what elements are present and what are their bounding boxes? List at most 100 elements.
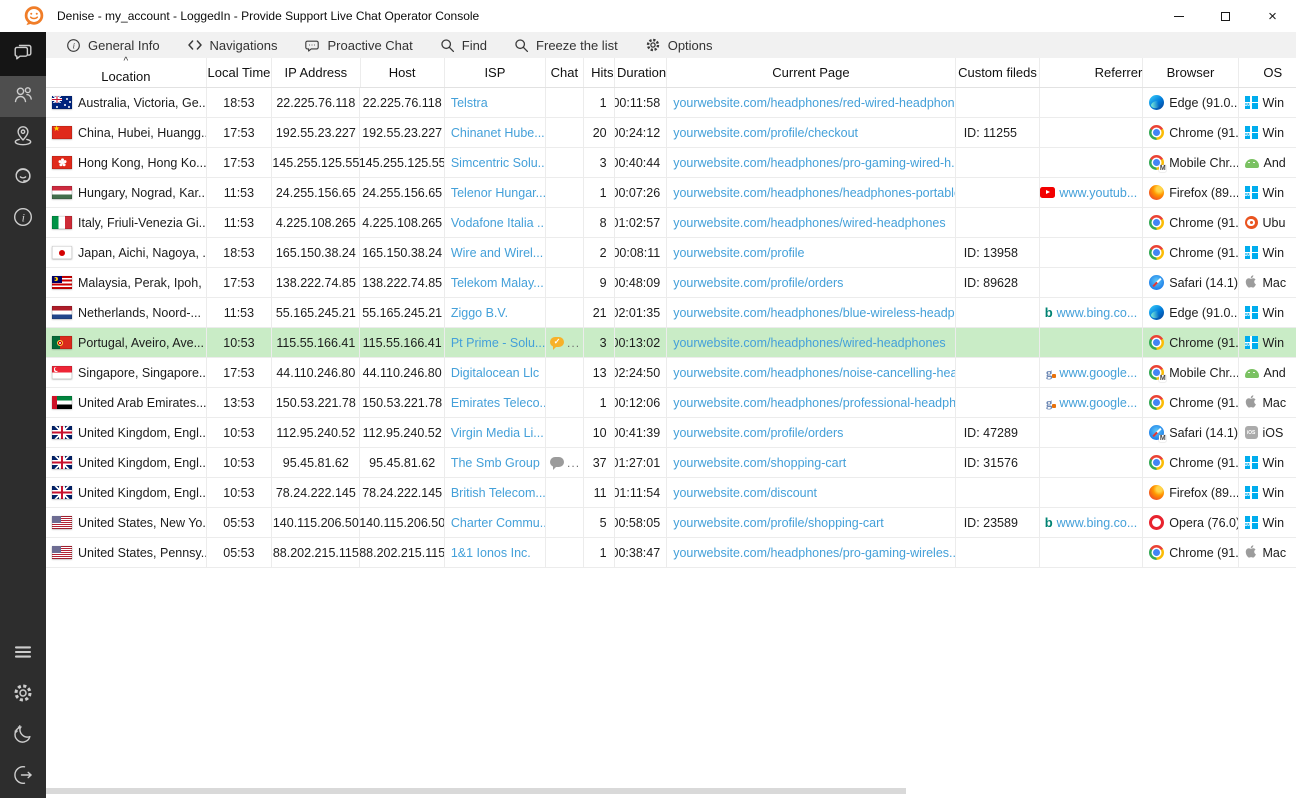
minimize-button[interactable] (1155, 0, 1202, 32)
visitor-row[interactable]: Australia, Victoria, Ge...18:5322.225.76… (46, 88, 1296, 118)
current-page-link[interactable]: yourwebsite.com/headphones/wired-headpho… (673, 216, 945, 230)
sidebar-item-settings[interactable] (0, 675, 46, 716)
visitor-row[interactable]: Malaysia, Perak, Ipoh, ...17:53138.222.7… (46, 268, 1296, 298)
close-button[interactable]: × (1249, 0, 1296, 32)
mobile-badge: M (1159, 375, 1166, 382)
os-label: And (1264, 156, 1286, 170)
cell-custom-fields (956, 538, 1040, 567)
column-header-location[interactable]: ^Location (46, 58, 207, 87)
visitor-row[interactable]: Japan, Aichi, Nagoya, ...18:53165.150.38… (46, 238, 1296, 268)
column-header-page[interactable]: Current Page (667, 58, 956, 87)
column-label: Referrer (1095, 65, 1143, 80)
browser-label: Mobile Chr... (1169, 366, 1238, 380)
visitor-row[interactable]: China, Hubei, Huangg...17:53192.55.23.22… (46, 118, 1296, 148)
current-page-link[interactable]: yourwebsite.com/headphones/pro-gaming-wi… (673, 546, 956, 560)
sidebar-item-operators[interactable] (0, 158, 46, 199)
visitor-row[interactable]: United Kingdom, Engl...10:5378.24.222.14… (46, 478, 1296, 508)
cell-location: Singapore, Singapore... (46, 358, 207, 387)
column-header-chat[interactable]: Chat (546, 58, 584, 87)
current-page-link[interactable]: yourwebsite.com/headphones/wired-headpho… (673, 336, 945, 350)
chrome-browser-icon (1149, 335, 1164, 350)
toolbar-proactive-chat[interactable]: Proactive Chat (304, 38, 412, 53)
sidebar-item-info[interactable]: i (0, 199, 46, 240)
isp-link[interactable]: Simcentric Solu... (451, 156, 546, 170)
sidebar-item-away-mode[interactable] (0, 716, 46, 757)
referrer-link[interactable]: www.google... (1059, 366, 1137, 380)
youtube-icon (1040, 187, 1055, 198)
column-header-browser[interactable]: Browser (1143, 58, 1238, 87)
isp-link[interactable]: Charter Commu... (451, 516, 546, 530)
visitor-row[interactable]: Hong Kong, Hong Ko...17:53145.255.125.55… (46, 148, 1296, 178)
isp-link[interactable]: Digitalocean Llc (451, 366, 539, 380)
sidebar-item-logout[interactable] (0, 757, 46, 798)
current-page-link[interactable]: yourwebsite.com/headphones/professional-… (673, 396, 956, 410)
isp-link[interactable]: 1&1 Ionos Inc. (451, 546, 531, 560)
visitor-row[interactable]: Singapore, Singapore...17:5344.110.246.8… (46, 358, 1296, 388)
isp-link[interactable]: The Smb Group (451, 456, 540, 470)
visitor-row[interactable]: United Kingdom, Engl...10:5395.45.81.629… (46, 448, 1296, 478)
scrollbar-thumb[interactable] (46, 788, 906, 794)
current-page-link[interactable]: yourwebsite.com/profile/orders (673, 426, 843, 440)
sidebar-item-visitors[interactable] (0, 76, 46, 117)
current-page-link[interactable]: yourwebsite.com/discount (673, 486, 817, 500)
current-page-link[interactable]: yourwebsite.com/shopping-cart (673, 456, 846, 470)
isp-link[interactable]: Wire and Wirel... (451, 246, 543, 260)
toolbar-freeze-the-list[interactable]: Freeze the list (514, 38, 618, 53)
column-header-os[interactable]: OS (1239, 58, 1296, 87)
current-page-link[interactable]: yourwebsite.com/profile/shopping-cart (673, 516, 884, 530)
visitor-row[interactable]: United States, Pennsy...05:5388.202.215.… (46, 538, 1296, 568)
isp-link[interactable]: Ziggo B.V. (451, 306, 508, 320)
current-page-link[interactable]: yourwebsite.com/headphones/pro-gaming-wi… (673, 156, 956, 170)
visitor-row[interactable]: United Arab Emirates...13:53150.53.221.7… (46, 388, 1296, 418)
horizontal-scrollbar[interactable] (46, 787, 1296, 795)
isp-link[interactable]: Virgin Media Li... (451, 426, 544, 440)
maximize-button[interactable] (1202, 0, 1249, 32)
toolbar-navigations[interactable]: Navigations (187, 38, 278, 53)
toolbar-general-info[interactable]: iGeneral Info (66, 38, 160, 53)
visitor-row[interactable]: Hungary, Nograd, Kar...11:5324.255.156.6… (46, 178, 1296, 208)
current-page-link[interactable]: yourwebsite.com/headphones/red-wired-hea… (673, 96, 956, 110)
ended-chat-icon[interactable] (550, 457, 564, 467)
column-header-custom[interactable]: Custom fileds (956, 58, 1040, 87)
isp-link[interactable]: Telenor Hungar... (451, 186, 546, 200)
isp-link[interactable]: Pt Prime - Solu... (451, 336, 545, 350)
isp-link[interactable]: British Telecom... (451, 486, 546, 500)
column-header-host[interactable]: Host (361, 58, 445, 87)
column-header-referrer[interactable]: Referrer (1040, 58, 1143, 87)
sidebar-item-geo-location[interactable] (0, 117, 46, 158)
current-page-link[interactable]: yourwebsite.com/profile/orders (673, 276, 843, 290)
isp-link[interactable]: Emirates Teleco... (451, 396, 546, 410)
toolbar-find[interactable]: Find (440, 38, 487, 53)
active-chat-icon[interactable] (550, 337, 564, 347)
current-page-link[interactable]: yourwebsite.com/profile (673, 246, 804, 260)
sidebar-item-menu[interactable] (0, 634, 46, 675)
isp-link[interactable]: Telstra (451, 96, 488, 110)
cell-custom-fields (956, 388, 1040, 417)
visitor-row[interactable]: United Kingdom, Engl...10:53112.95.240.5… (46, 418, 1296, 448)
sidebar-item-chats[interactable] (0, 32, 46, 76)
current-page-link[interactable]: yourwebsite.com/headphones/blue-wireless… (673, 306, 956, 320)
visitor-row[interactable]: Italy, Friuli-Venezia Gi...11:534.225.10… (46, 208, 1296, 238)
current-page-link[interactable]: yourwebsite.com/headphones/noise-cancell… (673, 366, 956, 380)
visitor-row[interactable]: Portugal, Aveiro, Ave...10:53115.55.166.… (46, 328, 1296, 358)
visitor-row[interactable]: Netherlands, Noord-...11:5355.165.245.21… (46, 298, 1296, 328)
column-header-isp[interactable]: ISP (445, 58, 546, 87)
cell-duration: 00:07:26 (615, 178, 668, 207)
referrer-link[interactable]: www.youtub... (1059, 186, 1137, 200)
referrer-link[interactable]: www.google... (1059, 396, 1137, 410)
column-header-ip[interactable]: IP Address (272, 58, 360, 87)
column-header-local_time[interactable]: Local Time (207, 58, 272, 87)
referrer-link[interactable]: www.bing.co... (1057, 516, 1138, 530)
referrer-link[interactable]: www.bing.co... (1057, 306, 1138, 320)
toolbar-options[interactable]: Options (645, 37, 713, 53)
column-header-duration[interactable]: Duration (615, 58, 668, 87)
column-header-hits[interactable]: Hits (584, 58, 615, 87)
current-page-link[interactable]: yourwebsite.com/headphones/headphones-po… (673, 186, 956, 200)
visitor-row[interactable]: United States, New Yo...05:53140.115.206… (46, 508, 1296, 538)
cell-chat (546, 88, 584, 117)
isp-link[interactable]: Telekom Malay... (451, 276, 544, 290)
isp-link[interactable]: Chinanet Hube... (451, 126, 545, 140)
isp-link[interactable]: Vodafone Italia ... (451, 216, 546, 230)
cell-current-page: yourwebsite.com/headphones/pro-gaming-wi… (667, 538, 956, 567)
current-page-link[interactable]: yourwebsite.com/profile/checkout (673, 126, 858, 140)
